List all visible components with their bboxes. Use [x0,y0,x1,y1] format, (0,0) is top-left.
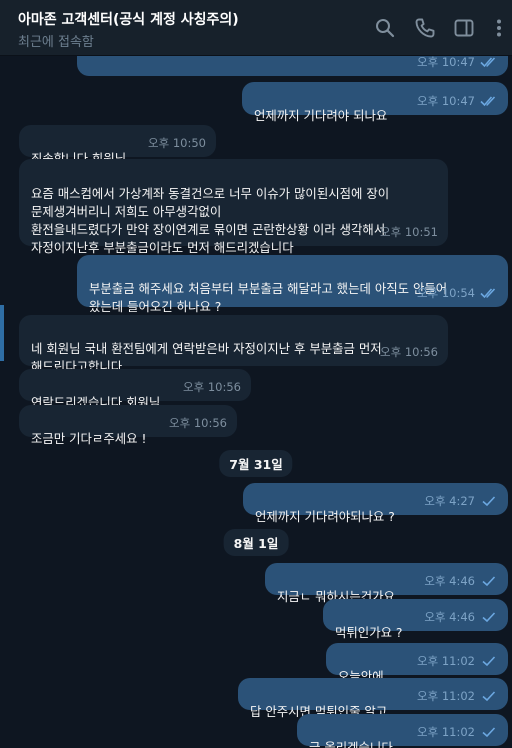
message-meta: 오후 10:50 [148,134,206,152]
message-bubble-outgoing[interactable]: 먹튀인가요 ? 오후 4:46 [323,599,508,640]
message-text: 조금만 기다ㄹ주세요 ! [31,431,147,446]
message-time: 오후 10:51 [380,225,438,239]
message-time: 오후 4:27 [424,494,475,508]
message-time: 오후 10:50 [148,136,206,150]
message-bubble-outgoing[interactable]: 글 올리겠습니다 오후 11:02 [297,714,508,748]
message-meta: 오후 10:47 [417,92,498,110]
message-meta: 오후 4:27 [424,492,498,510]
message-time: 오후 10:56 [183,380,241,394]
message-time: 오후 11:02 [417,725,475,739]
check-icon [482,727,496,738]
message-text: 먹튀인가요 ? [335,625,403,640]
sidebar-toggle-icon[interactable] [453,17,475,39]
message-meta: 오후 10:47 [417,56,498,71]
message-time: 오후 10:54 [417,286,475,300]
message-text: 언제까지 기다려야되나요 ? [255,509,395,524]
message-bubble-incoming[interactable]: 조금만 기다ㄹ주세요 ! 오후 10:56 [19,405,237,446]
message-time: 오후 4:46 [424,574,475,588]
message-meta: 오후 4:46 [424,572,498,590]
message-meta: 오후 10:56 [183,378,241,396]
message-list[interactable]: 오후 10:47 언제까지 기다려야 되나요 오후 10:47 죄송합니다 회원… [0,56,512,748]
check-icon [482,496,496,507]
message-bubble-incoming[interactable]: 요즘 매스컴에서 가상계좌 동결건으로 너무 이슈가 많이된시점에 장이 문제생… [19,159,448,255]
message-bubble-incoming[interactable]: 연락드리겠습니다 회원님 오후 10:56 [19,369,251,410]
message-bubble-outgoing[interactable]: 지금ㄴ 뭐하시는건가요 오후 4:46 [265,563,508,604]
check-icon [482,576,496,587]
message-bubble-outgoing[interactable]: 언제까지 기다려야되나요 ? 오후 4:27 [243,483,508,524]
message-meta: 오후 10:56 [380,343,438,361]
chat-header: 아마존 고객센터(공식 계정 사칭주의) 최근에 접속함 [0,0,512,56]
message-bubble-outgoing[interactable]: 오늘안에 오후 11:02 [326,643,508,684]
message-meta: 오후 4:46 [424,608,498,626]
message-bubble-incoming[interactable]: 네 회원님 국내 환전팀에게 연락받은바 자정이지난 후 부분출금 먼저 해드린… [19,315,448,374]
double-check-icon [480,288,496,299]
double-check-icon [480,57,496,68]
last-seen-status: 최근에 접속함 [18,35,94,50]
message-text: 요즘 매스컴에서 가상계좌 동결건으로 너무 이슈가 많이된시점에 장이 문제생… [31,186,390,255]
message-meta: 오후 10:51 [380,223,438,241]
message-time: 오후 10:47 [417,56,475,69]
message-bubble-outgoing[interactable]: 답 안주시면 먹튀인줄 알고 오후 11:02 [238,678,508,719]
check-icon [482,612,496,623]
message-meta: 오후 11:02 [417,652,498,670]
message-meta: 오후 11:02 [417,687,498,705]
message-time: 오후 10:47 [417,94,475,108]
message-time: 오후 4:46 [424,610,475,624]
message-time: 오후 11:02 [417,689,475,703]
check-icon [482,691,496,702]
double-check-icon [480,96,496,107]
message-meta: 오후 10:56 [169,414,227,432]
message-time: 오후 10:56 [169,416,227,430]
chat-title[interactable]: 아마존 고객센터(공식 계정 사칭주의) [18,9,239,29]
message-meta: 오후 11:02 [417,723,498,741]
date-separator: 8월 1일 [223,529,289,556]
message-time: 오후 10:56 [380,345,438,359]
date-separator: 7월 31일 [219,450,293,477]
message-bubble-incoming[interactable]: 죄송합니다 회원님 오후 10:50 [19,125,216,166]
more-vertical-icon[interactable] [488,17,510,39]
selection-indicator [0,305,4,361]
message-bubble-outgoing[interactable]: 언제까지 기다려야 되나요 오후 10:47 [242,82,508,123]
message-meta: 오후 10:54 [417,284,498,302]
message-bubble-outgoing[interactable]: 오후 10:47 [77,56,508,76]
search-icon[interactable] [374,17,396,39]
message-bubble-outgoing[interactable]: 부분출금 해주세요 처음부터 부분출금 해달라고 했는데 아직도 안들어 왔는데… [77,255,508,314]
phone-icon[interactable] [414,17,436,39]
message-time: 오후 11:02 [417,654,475,668]
check-icon [482,656,496,667]
